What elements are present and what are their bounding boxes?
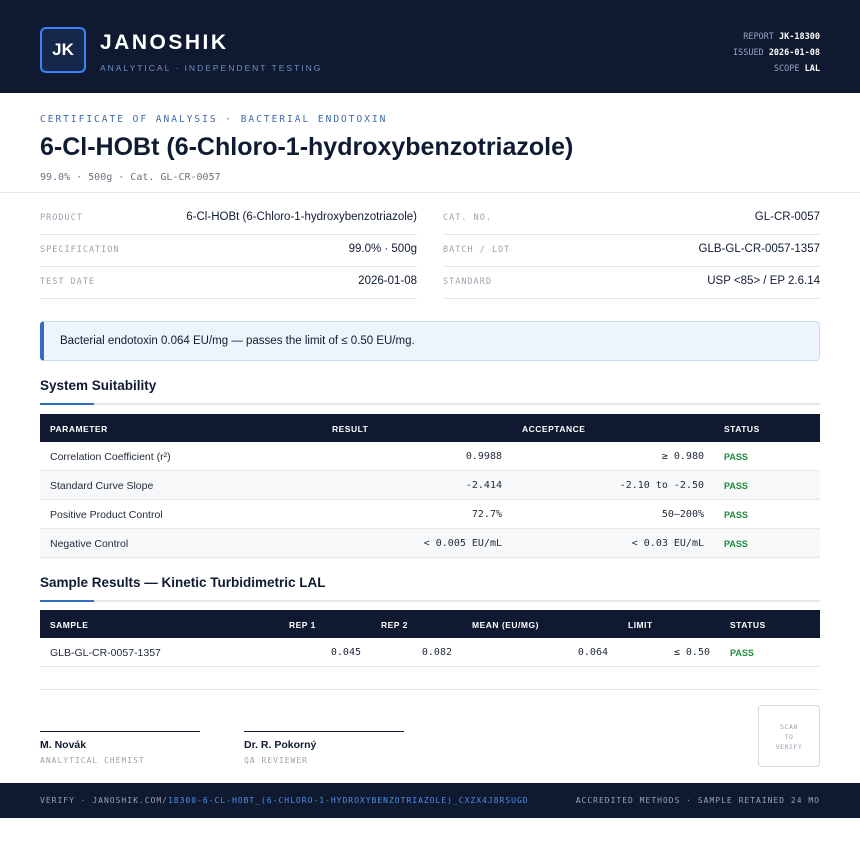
scope-label: SCOPE <box>773 64 800 74</box>
brand-tagline: ANALYTICAL · INDEPENDENT TESTING <box>100 63 323 73</box>
column-header: SAMPLE <box>50 620 89 630</box>
parameter-cell: Negative Control <box>50 538 129 550</box>
result-cell: 72.7% <box>471 509 502 520</box>
section-title-suitability: System Suitability <box>40 378 157 393</box>
section-rule <box>40 600 820 602</box>
rep1-cell: 0.045 <box>330 647 361 658</box>
column-header: STATUS <box>724 424 760 434</box>
page-title: 6-Cl-HOBt (6-Chloro-1-hydroxybenzotriazo… <box>40 133 574 161</box>
qr-text: SCAN <box>780 723 798 731</box>
result-cell: 0.9988 <box>465 451 502 462</box>
column-header: ACCEPTANCE <box>522 424 586 434</box>
issued-date: 2026-01-08 <box>768 48 820 58</box>
parameter-cell: Correlation Coefficient (r²) <box>50 451 171 463</box>
info-value: 99.0% · 500g <box>348 243 417 255</box>
info-cat-no: CAT. NO. GL-CR-0057 <box>443 203 820 235</box>
acceptance-cell: -2.10 to -2.50 <box>619 480 704 491</box>
table-row: GLB-GL-CR-0057-1357 0.045 0.082 0.064 ≤ … <box>40 638 820 667</box>
signature-line <box>244 731 404 732</box>
info-standard: STANDARD USP <85> / EP 2.6.14 <box>443 267 820 299</box>
table-row: Positive Product Control 72.7% 50–200% P… <box>40 500 820 529</box>
info-value: 2026-01-08 <box>358 275 417 287</box>
verify-link[interactable]: VERIFY · JANOSHIK.COM/18300-6-CL-HOBT_(6… <box>40 796 529 805</box>
info-label: TEST DATE <box>40 277 96 287</box>
brand-name: JANOSHIK <box>100 31 229 54</box>
status-badge: PASS <box>724 539 748 549</box>
acceptance-cell: 50–200% <box>661 509 704 520</box>
document-type: CERTIFICATE OF ANALYSIS · BACTERIAL ENDO… <box>40 114 388 125</box>
qr-text: TO <box>784 733 794 741</box>
footer-note: ACCREDITED METHODS · SAMPLE RETAINED 24 … <box>575 796 820 805</box>
column-header: STATUS <box>730 620 766 630</box>
divider <box>40 689 820 690</box>
info-value: USP <85> / EP 2.6.14 <box>707 275 820 287</box>
table-row: Standard Curve Slope -2.414 -2.10 to -2.… <box>40 471 820 500</box>
verify-url[interactable]: 18300-6-CL-HOBT_(6-CHLORO-1-HYDROXYBENZO… <box>168 796 529 805</box>
verify-prefix: VERIFY · JANOSHIK.COM/ <box>40 796 168 805</box>
status-badge: PASS <box>724 452 748 462</box>
status-badge: PASS <box>724 481 748 491</box>
divider <box>0 192 860 193</box>
report-header: JK JANOSHIK ANALYTICAL · INDEPENDENT TES… <box>0 0 860 93</box>
result-cell: -2.414 <box>465 480 502 491</box>
report-number: JK-18300 <box>779 32 820 42</box>
info-value: 6-Cl-HOBt (6-Chloro-1-hydroxybenzotriazo… <box>186 211 417 223</box>
parameter-cell: Positive Product Control <box>50 509 163 521</box>
qr-text: VERIFY <box>775 743 803 751</box>
column-header: RESULT <box>332 424 369 434</box>
section-rule <box>40 403 820 405</box>
logo-badge: JK <box>40 27 86 73</box>
signature-line <box>40 731 200 732</box>
signatory-role: ANALYTICAL CHEMIST <box>40 756 145 765</box>
acceptance-cell: < 0.03 EU/mL <box>631 538 704 549</box>
info-value: GLB-GL-CR-0057-1357 <box>698 243 820 255</box>
info-label: STANDARD <box>443 277 492 287</box>
status-badge: PASS <box>730 648 754 658</box>
report-label: REPORT <box>743 32 774 42</box>
column-header: LIMIT <box>628 620 653 630</box>
info-label: CAT. NO. <box>443 213 492 223</box>
mean-cell: 0.064 <box>577 647 608 658</box>
result-summary-text: Bacterial endotoxin 0.064 EU/mg — passes… <box>60 335 415 347</box>
report-meta: REPORT JK-18300 ISSUED 2026-01-08 SCOPE … <box>733 29 820 77</box>
column-header: REP 2 <box>381 620 408 630</box>
signatory-name: Dr. R. Pokorný <box>244 739 317 751</box>
column-header: PARAMETER <box>50 424 108 434</box>
signatory-name: M. Novák <box>40 739 87 751</box>
product-subline: 99.0% · 500g · Cat. GL-CR-0057 <box>40 172 221 183</box>
section-title-samples: Sample Results — Kinetic Turbidimetric L… <box>40 575 326 590</box>
table-row: Negative Control < 0.005 EU/mL < 0.03 EU… <box>40 529 820 558</box>
table-row: Correlation Coefficient (r²) 0.9988 ≥ 0.… <box>40 442 820 471</box>
limit-cell: ≤ 0.50 <box>673 647 710 658</box>
info-test-date: TEST DATE 2026-01-08 <box>40 267 417 299</box>
info-label: SPECIFICATION <box>40 245 120 255</box>
column-header: REP 1 <box>289 620 316 630</box>
acceptance-cell: ≥ 0.980 <box>661 451 704 462</box>
scope-value: LAL <box>804 64 820 74</box>
suitability-table-header: PARAMETER RESULT ACCEPTANCE STATUS <box>40 414 820 442</box>
info-specification: SPECIFICATION 99.0% · 500g <box>40 235 417 267</box>
sample-id-cell: GLB-GL-CR-0057-1357 <box>50 647 161 659</box>
report-footer: VERIFY · JANOSHIK.COM/18300-6-CL-HOBT_(6… <box>0 783 860 818</box>
column-header: MEAN (EU/MG) <box>472 620 539 630</box>
info-product: PRODUCT 6-Cl-HOBt (6-Chloro-1-hydroxyben… <box>40 203 417 235</box>
parameter-cell: Standard Curve Slope <box>50 480 154 492</box>
verify-qr-code[interactable]: SCAN TO VERIFY <box>758 705 820 767</box>
samples-table-header: SAMPLE REP 1 REP 2 MEAN (EU/MG) LIMIT ST… <box>40 610 820 638</box>
result-summary-callout: Bacterial endotoxin 0.064 EU/mg — passes… <box>40 321 820 361</box>
info-batch: BATCH / LOT GLB-GL-CR-0057-1357 <box>443 235 820 267</box>
status-badge: PASS <box>724 510 748 520</box>
info-value: GL-CR-0057 <box>754 211 820 223</box>
info-label: PRODUCT <box>40 213 83 223</box>
result-cell: < 0.005 EU/mL <box>423 538 502 549</box>
info-label: BATCH / LOT <box>443 245 511 255</box>
issued-label: ISSUED <box>732 48 764 58</box>
rep2-cell: 0.082 <box>421 647 452 658</box>
signatory-role: QA REVIEWER <box>244 756 308 765</box>
